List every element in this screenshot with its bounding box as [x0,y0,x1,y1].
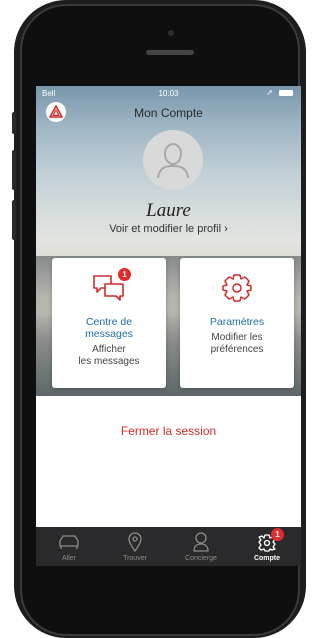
tab-compte[interactable]: 1 Compte [234,527,300,566]
settings-card[interactable]: Paramètres Modifier les préférences [180,258,294,388]
settings-card-title: Paramètres [209,316,265,328]
status-bar: Bell 10:03 ➚ [36,86,301,102]
messages-sub-line2: les messages [78,356,140,367]
tab-aller-label: Aller [61,555,76,562]
edit-profile-link[interactable]: Voir et modifier le profil › [36,223,301,235]
tab-compte-label: Compte [253,555,281,562]
messages-sub-line1: Afficher [92,344,126,355]
messages-badge: 1 [118,268,131,281]
messages-title-line2: messages [85,328,133,340]
car-icon [59,535,79,549]
tab-concierge-label: Concierge [185,555,217,562]
messages-card-subtitle: Afficher les messages [52,344,166,368]
avatar[interactable] [143,130,203,190]
account-badge: 1 [271,528,284,541]
app-screen: Bell 10:03 ➚ Mon Compte Laure Voir et mo… [36,86,301,566]
tab-trouver[interactable]: Trouver [102,527,168,566]
front-camera [168,30,174,36]
battery-icon [279,90,293,96]
tab-concierge[interactable]: Concierge [168,527,234,566]
user-silhouette-icon [157,143,189,179]
tab-trouver-label: Trouver [123,555,147,562]
page-title: Mon Compte [134,106,203,120]
clock: 10:03 [158,89,179,98]
location-pin-icon [128,532,142,553]
logout-button[interactable]: Fermer la session [36,424,301,438]
messages-card[interactable]: 1 Centre de messages Afficher les messag… [52,258,166,388]
mute-switch [12,112,16,134]
gear-icon [222,274,252,302]
settings-sub-line1: Modifier les [211,332,263,343]
messages-title-line1: Centre de [85,316,133,328]
messages-card-title: Centre de messages [52,316,166,340]
user-name: Laure [146,200,191,221]
settings-sub-line2: préférences [210,344,264,355]
tab-bar: Aller Trouver Concierge 1 Compte [36,527,301,566]
settings-card-subtitle: Modifier les préférences [180,332,294,356]
earpiece-speaker [146,50,194,55]
location-arrow-icon: ➚ [266,88,273,97]
volume-up-button [12,150,16,190]
volume-down-button [12,200,16,240]
tab-aller[interactable]: Aller [36,527,102,566]
concierge-icon [193,532,209,552]
